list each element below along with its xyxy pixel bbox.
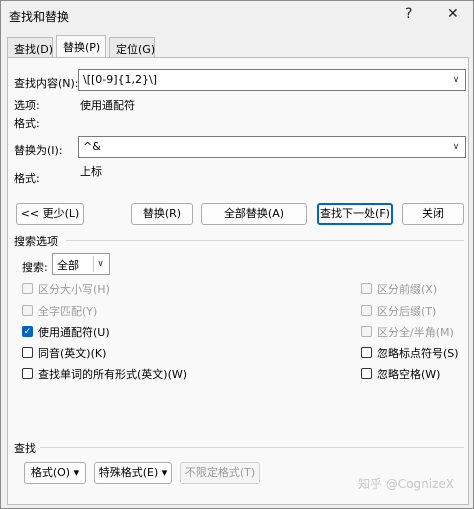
checkbox-box	[22, 347, 33, 358]
checkbox-box	[22, 368, 33, 379]
find-label: 查找内容(N):	[14, 77, 79, 90]
divider	[40, 447, 464, 448]
checkbox-box	[361, 347, 372, 358]
tab-goto[interactable]: 定位(G)	[109, 37, 155, 57]
less-button[interactable]: << 更少(L)	[16, 203, 84, 225]
checkbox-label: 区分前缀(X)	[377, 283, 438, 296]
replace-format-label: 格式:	[14, 172, 40, 185]
divider	[66, 240, 464, 241]
checkbox-label: 查找单词的所有形式(英文)(W)	[38, 368, 188, 381]
checkbox-label: 区分全/半角(M)	[377, 326, 454, 339]
title-bar: 查找和替换 ? ✕	[1, 1, 473, 31]
help-icon[interactable]: ?	[405, 6, 412, 22]
window-title: 查找和替换	[9, 10, 70, 24]
replace-panel: 查找内容(N): \[[0-9]{1,2}\] ∨ 选项: 使用通配符 格式: …	[7, 57, 469, 505]
checkbox-label: 忽略标点符号(S)	[377, 347, 459, 360]
watermark: 知乎 @CognizeX	[358, 477, 454, 491]
checkbox-label: 忽略空格(W)	[377, 368, 441, 381]
checkbox-label: 全字匹配(Y)	[38, 305, 98, 318]
find-value: \[[0-9]{1,2}\]	[83, 73, 158, 86]
options-label: 选项:	[14, 99, 40, 112]
special-format-button[interactable]: 特殊格式(E) ▾	[94, 462, 172, 484]
search-scope-value: 全部	[57, 259, 79, 272]
check-icon: ✓	[22, 326, 33, 337]
find-input[interactable]: \[[0-9]{1,2}\] ∨	[78, 69, 466, 91]
checkbox-box	[22, 283, 33, 294]
no-formatting-button[interactable]: 不限定格式(T)	[180, 462, 260, 484]
replace-value: ^&	[83, 140, 101, 153]
replace-input[interactable]: ^& ∨	[78, 136, 466, 158]
checkbox-label: 同音(英文)(K)	[38, 347, 107, 360]
find-replace-dialog: 查找和替换 ? ✕ 查找(D) 替换(P) 定位(G) 查找内容(N): \[[…	[0, 0, 474, 509]
search-options-heading: 搜索选项	[14, 235, 58, 248]
checkbox-label: 区分大小写(H)	[38, 283, 110, 296]
replace-all-button[interactable]: 全部替换(A)	[201, 203, 307, 225]
checkbox-box	[22, 305, 33, 316]
checkbox-box	[361, 326, 372, 337]
close-icon[interactable]: ✕	[447, 6, 459, 22]
tab-find[interactable]: 查找(D)	[7, 37, 53, 57]
search-scope-select[interactable]: 全部 ∨	[52, 253, 110, 275]
find-next-button[interactable]: 查找下一处(F)	[317, 203, 393, 225]
find-format-label: 格式:	[14, 117, 40, 130]
format-button[interactable]: 格式(O) ▾	[24, 462, 86, 484]
checkbox-label: 区分后缀(T)	[377, 305, 437, 318]
replace-format-value: 上标	[80, 165, 102, 178]
replace-label: 替换为(I):	[14, 144, 63, 157]
checkbox-box	[361, 283, 372, 294]
chevron-down-icon[interactable]: ∨	[93, 256, 107, 272]
replace-button[interactable]: 替换(R)	[131, 203, 193, 225]
checkbox-box	[361, 305, 372, 316]
chevron-down-icon[interactable]: ∨	[449, 139, 463, 155]
checkbox-box	[361, 368, 372, 379]
chevron-down-icon[interactable]: ∨	[449, 72, 463, 88]
find-section-heading: 查找	[14, 442, 36, 455]
checkbox-label: 使用通配符(U)	[38, 326, 110, 339]
tab-replace[interactable]: 替换(P)	[56, 35, 106, 58]
options-value: 使用通配符	[80, 99, 135, 112]
search-scope-label: 搜索:	[22, 261, 48, 274]
close-button[interactable]: 关闭	[402, 203, 464, 225]
